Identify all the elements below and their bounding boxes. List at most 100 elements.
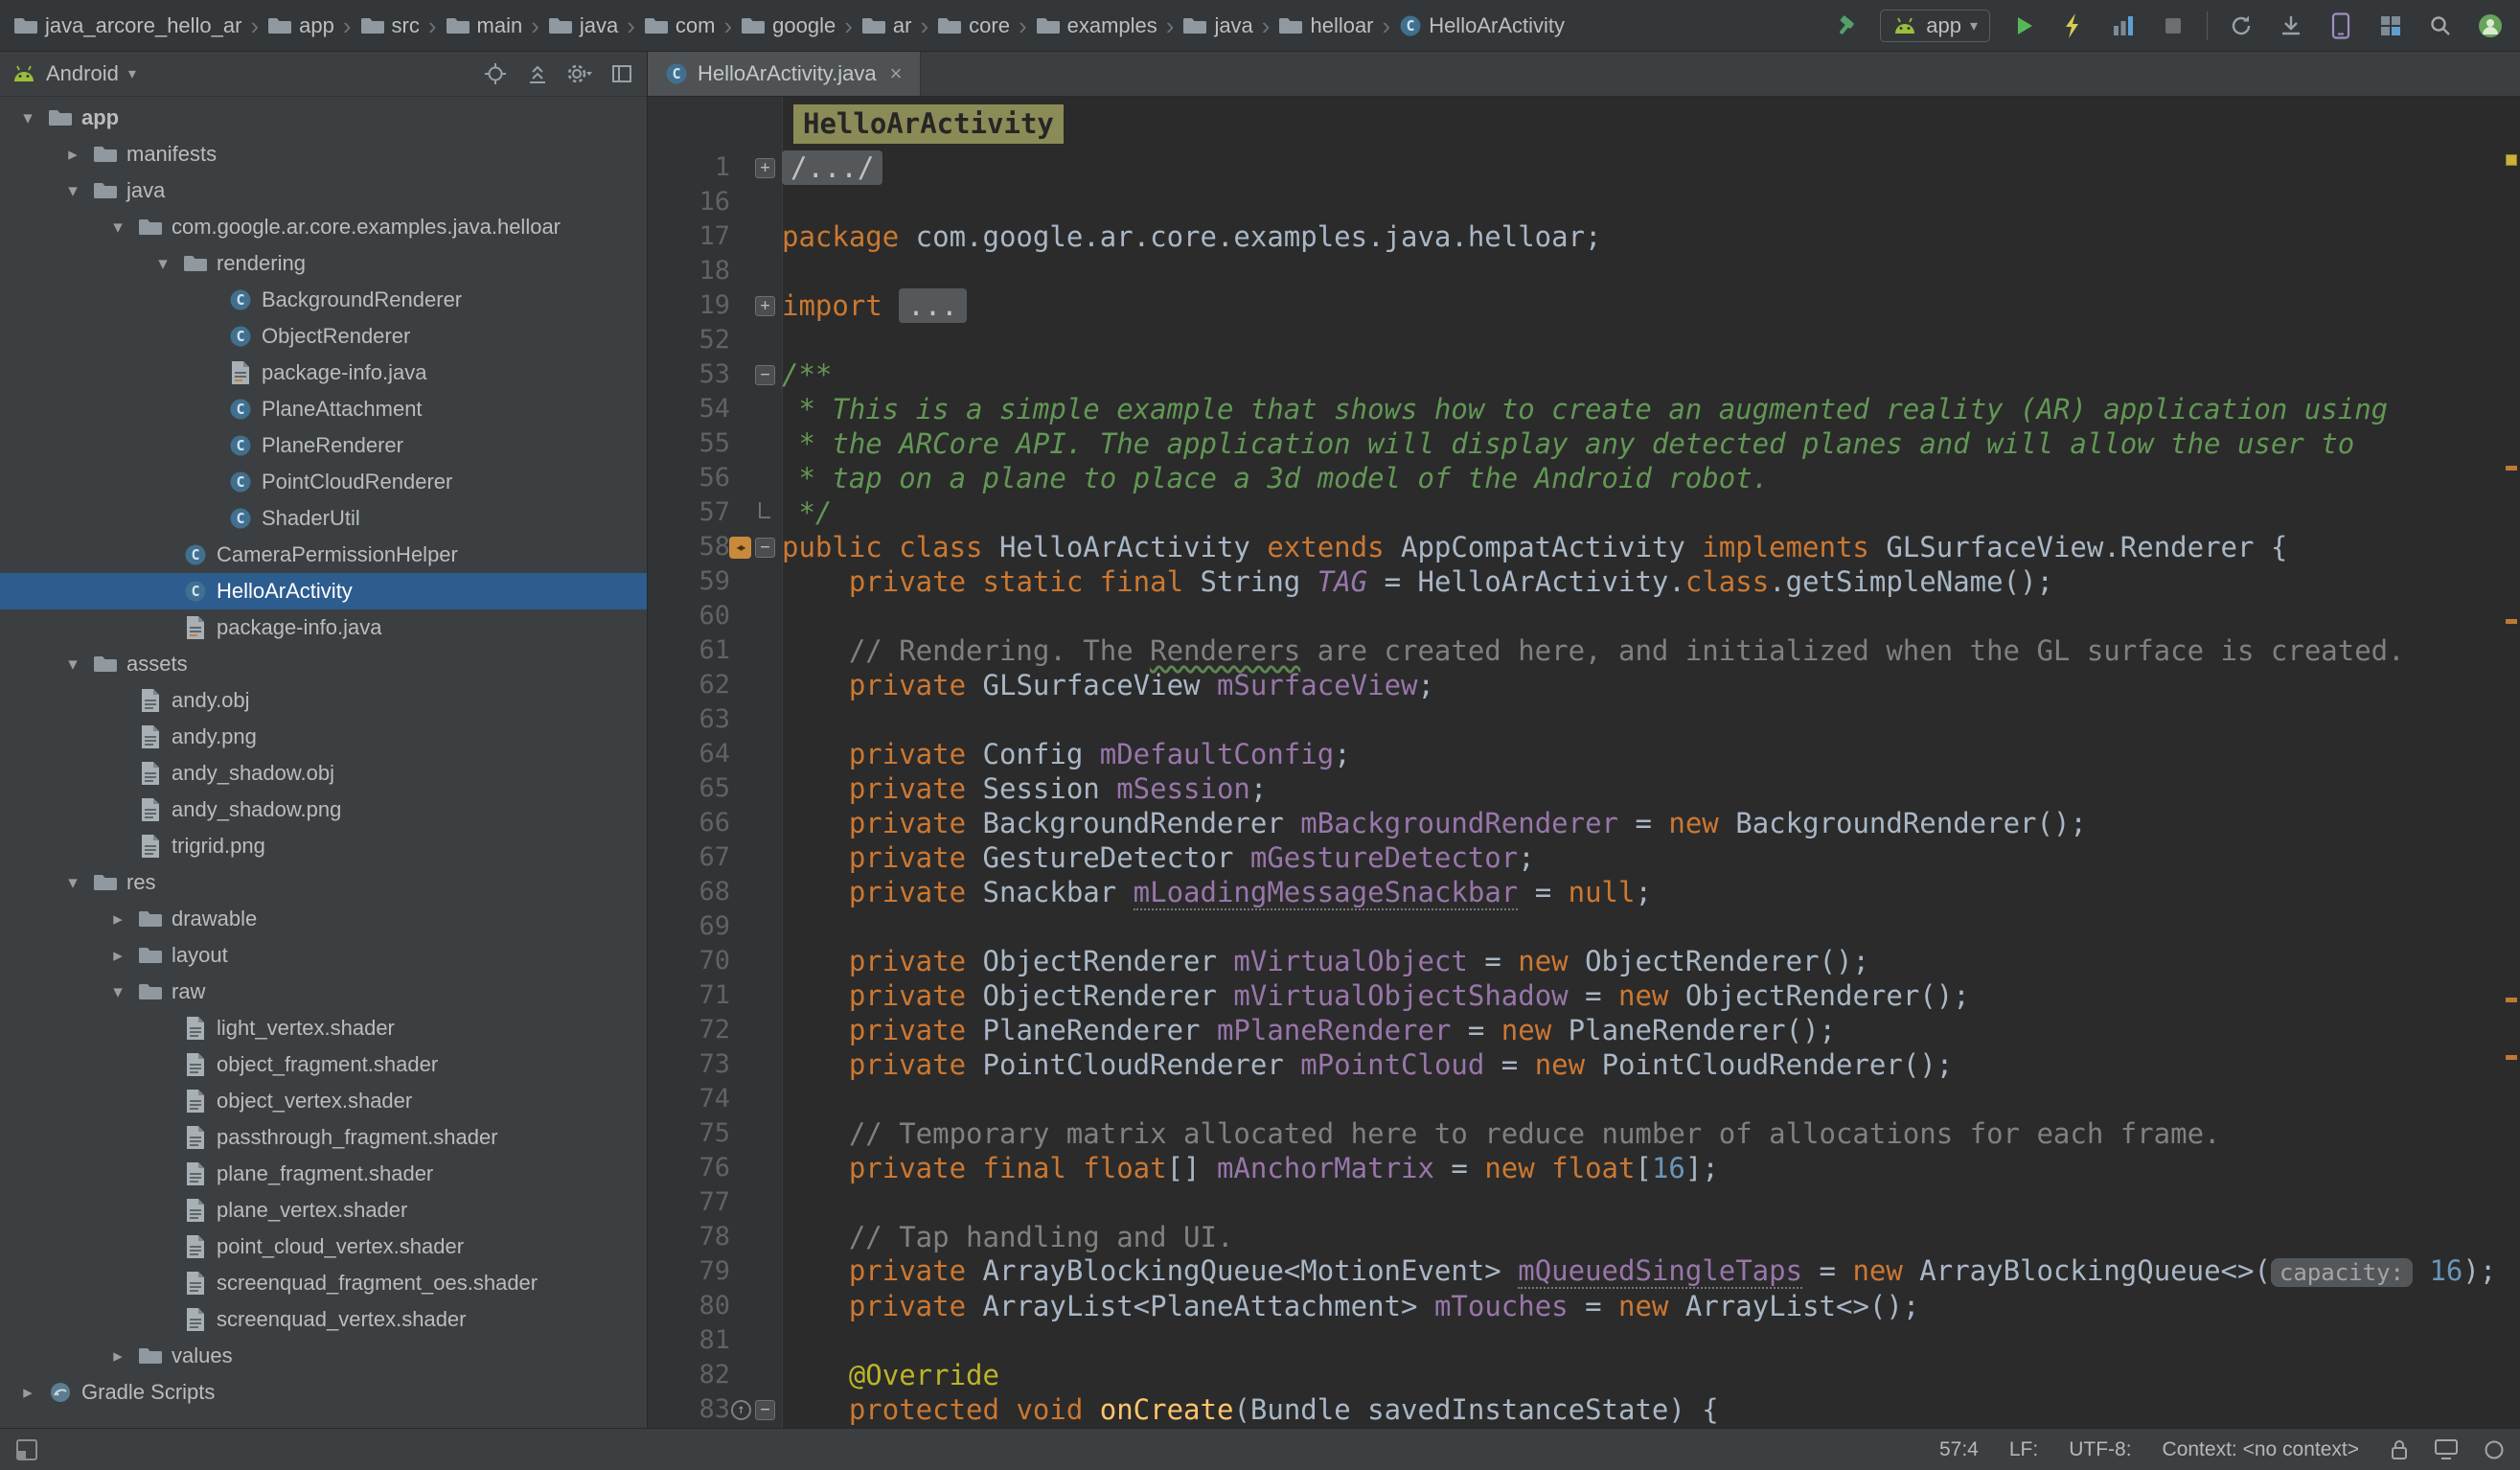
tree-item-andy-png[interactable]: andy.png (0, 719, 647, 755)
line-number[interactable]: 16 (648, 185, 730, 219)
close-icon[interactable]: × (890, 61, 903, 86)
line-number[interactable]: 74 (648, 1082, 730, 1116)
caret-position[interactable]: 57:4 (1939, 1438, 1979, 1461)
tree-item-gradle-scripts[interactable]: ▸Gradle Scripts (0, 1374, 647, 1411)
line-number[interactable]: 65 (648, 771, 730, 806)
fold-collapse-icon[interactable]: − (755, 1400, 775, 1420)
chevron-expanded-icon[interactable]: ▾ (10, 107, 46, 129)
inspection-indicator[interactable] (2506, 154, 2517, 166)
line-number[interactable]: 70 (648, 944, 730, 978)
tree-item-trigrid-png[interactable]: trigrid.png (0, 828, 647, 864)
settings-gear-icon[interactable] (566, 60, 593, 87)
breadcrumb-java[interactable]: java (548, 13, 618, 38)
breadcrumb-google[interactable]: google (741, 13, 836, 38)
chevron-expanded-icon[interactable]: ▾ (100, 217, 136, 239)
line-number[interactable]: 77 (648, 1185, 730, 1220)
line-number[interactable]: 62 (648, 668, 730, 702)
gradle-sync-button[interactable] (2225, 10, 2257, 42)
collapse-all-icon[interactable] (524, 60, 551, 87)
readonly-lock-icon[interactable] (2390, 1438, 2409, 1461)
chevron-expanded-icon[interactable]: ▾ (55, 180, 91, 202)
tree-item-object-fragment-shader[interactable]: object_fragment.shader (0, 1046, 647, 1083)
warning-stripe-mark[interactable] (2506, 619, 2517, 624)
tree-item-point-cloud-vertex-shader[interactable]: point_cloud_vertex.shader (0, 1229, 647, 1265)
breadcrumb-java-arcore-hello-ar[interactable]: java_arcore_hello_ar (13, 13, 241, 38)
toolwindow-toggle-icon[interactable] (15, 1438, 38, 1461)
tree-item-planerenderer[interactable]: CPlaneRenderer (0, 427, 647, 464)
display-icon[interactable] (2434, 1438, 2459, 1461)
breadcrumb-helloar[interactable]: helloar (1278, 13, 1373, 38)
line-number[interactable]: 67 (648, 840, 730, 875)
line-number[interactable]: 79 (648, 1254, 730, 1289)
tree-item-com-google-ar-core-examples-java-helloar[interactable]: ▾com.google.ar.core.examples.java.helloa… (0, 209, 647, 245)
chevron-collapsed-icon[interactable]: ▸ (100, 908, 136, 930)
tree-item-andy-obj[interactable]: andy.obj (0, 682, 647, 719)
breadcrumb-ar[interactable]: ar (861, 13, 912, 38)
line-number[interactable]: 61 (648, 633, 730, 668)
project-view-select[interactable]: Android ▾ (11, 61, 136, 86)
chevron-collapsed-icon[interactable]: ▸ (10, 1382, 46, 1404)
tree-item-passthrough-fragment-shader[interactable]: passthrough_fragment.shader (0, 1119, 647, 1156)
warning-stripe-mark[interactable] (2506, 1055, 2517, 1060)
line-number[interactable]: 55 (648, 426, 730, 461)
tree-item-rendering[interactable]: ▾rendering (0, 245, 647, 282)
avd-manager-button[interactable] (2325, 10, 2357, 42)
device-monitor-button[interactable] (2374, 10, 2407, 42)
tree-item-package-info-java[interactable]: package-info.java (0, 609, 647, 646)
chevron-collapsed-icon[interactable]: ▸ (100, 945, 136, 967)
tree-item-andy-shadow-obj[interactable]: andy_shadow.obj (0, 755, 647, 792)
warning-stripe-mark[interactable] (2506, 466, 2517, 471)
line-number[interactable]: 53 (648, 357, 730, 392)
profiler-button[interactable] (2107, 10, 2140, 42)
breadcrumb-app[interactable]: app (267, 13, 334, 38)
fold-collapse-icon[interactable]: − (755, 365, 775, 385)
line-number[interactable]: 56 (648, 461, 730, 495)
line-number[interactable]: 75 (648, 1116, 730, 1151)
search-everywhere-button[interactable] (2424, 10, 2457, 42)
build-project-button[interactable] (1830, 10, 1863, 42)
gutter-cell[interactable]: + (730, 296, 782, 316)
warning-stripe-mark[interactable] (2506, 998, 2517, 1002)
tree-item-andy-shadow-png[interactable]: andy_shadow.png (0, 792, 647, 828)
line-number[interactable]: 64 (648, 737, 730, 771)
tree-item-screenquad-fragment-oes-shader[interactable]: screenquad_fragment_oes.shader (0, 1265, 647, 1301)
tree-item-backgroundrenderer[interactable]: CBackgroundRenderer (0, 282, 647, 318)
chevron-expanded-icon[interactable]: ▾ (145, 253, 181, 275)
tree-item-object-vertex-shader[interactable]: object_vertex.shader (0, 1083, 647, 1119)
chevron-expanded-icon[interactable]: ▾ (55, 872, 91, 894)
gradle-context[interactable]: Context: <no context> (2163, 1438, 2359, 1461)
chevron-expanded-icon[interactable]: ▾ (55, 654, 91, 676)
instant-run-button[interactable] (2057, 10, 2090, 42)
tree-item-light-vertex-shader[interactable]: light_vertex.shader (0, 1010, 647, 1046)
tab-helloaractivity[interactable]: C HelloArActivity.java × (648, 52, 921, 96)
fold-expand-icon[interactable]: + (755, 296, 775, 316)
tree-item-values[interactable]: ▸values (0, 1338, 647, 1374)
file-encoding[interactable]: UTF-8: (2069, 1438, 2131, 1461)
line-number[interactable]: 82 (648, 1358, 730, 1392)
line-number[interactable]: 18 (648, 254, 730, 288)
chevron-expanded-icon[interactable]: ▾ (100, 981, 136, 1003)
line-number[interactable]: 72 (648, 1013, 730, 1047)
tree-item-drawable[interactable]: ▸drawable (0, 901, 647, 937)
hide-panel-icon[interactable] (608, 60, 635, 87)
stop-button[interactable] (2157, 10, 2189, 42)
gutter-class-icon[interactable]: ◂▸ (729, 537, 751, 559)
run-configuration-select[interactable]: app▾ (1880, 10, 1990, 42)
tree-item-manifests[interactable]: ▸manifests (0, 136, 647, 172)
line-number[interactable]: 17 (648, 219, 730, 254)
line-number[interactable]: 69 (648, 909, 730, 944)
tree-item-raw[interactable]: ▾raw (0, 974, 647, 1010)
line-number[interactable]: 76 (648, 1151, 730, 1185)
gutter-cell[interactable]: − (730, 365, 782, 385)
tree-item-layout[interactable]: ▸layout (0, 937, 647, 974)
breadcrumb-main[interactable]: main (446, 13, 523, 38)
code-area[interactable]: 1+/.../1617package com.google.ar.core.ex… (648, 150, 2503, 1427)
tree-item-objectrenderer[interactable]: CObjectRenderer (0, 318, 647, 355)
line-number[interactable]: 83 (648, 1392, 730, 1427)
breadcrumb-com[interactable]: com (644, 13, 716, 38)
assistant-button[interactable] (2474, 10, 2507, 42)
tree-item-camerapermissionhelper[interactable]: CCameraPermissionHelper (0, 537, 647, 573)
tree-item-plane-fragment-shader[interactable]: plane_fragment.shader (0, 1156, 647, 1192)
breadcrumb-src[interactable]: src (360, 13, 420, 38)
tree-item-helloaractivity[interactable]: CHelloArActivity (0, 573, 647, 609)
